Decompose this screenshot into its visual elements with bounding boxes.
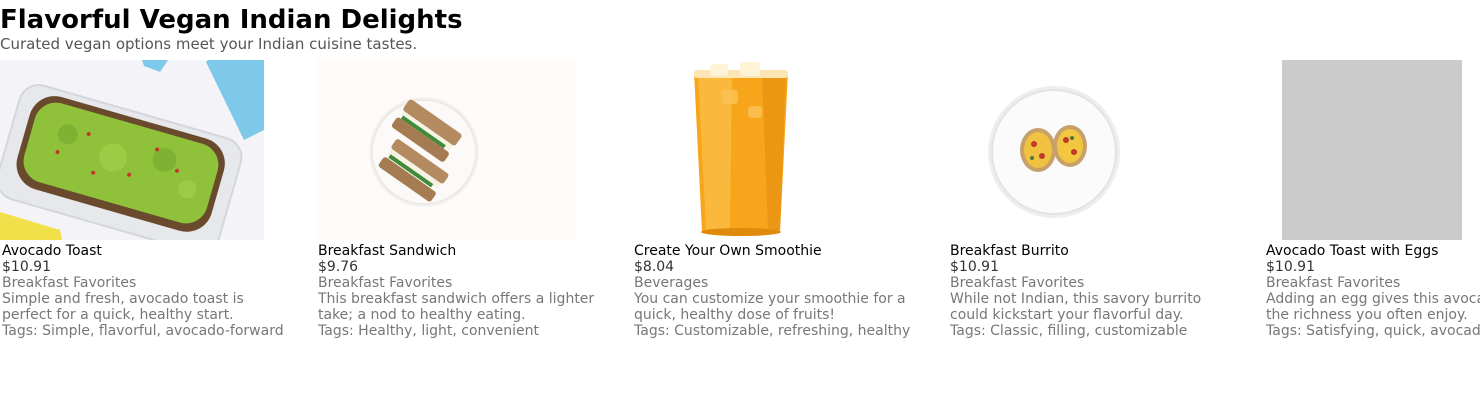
item-description: You can customize your smoothie for a qu… bbox=[634, 291, 906, 323]
card-details: Breakfast Sandwich $9.76 Breakfast Favor… bbox=[318, 243, 616, 339]
menu-card-breakfast-sandwich[interactable]: Breakfast Sandwich $9.76 Breakfast Favor… bbox=[316, 60, 616, 350]
page-title: Flavorful Vegan Indian Delights bbox=[0, 5, 463, 35]
item-tags: Tags: Simple, flavorful, avocado-forward bbox=[2, 323, 284, 339]
item-category: Breakfast Favorites bbox=[950, 275, 1085, 291]
menu-card-create-your-own-smoothie[interactable]: Create Your Own Smoothie $8.04 Beverages… bbox=[632, 60, 932, 350]
card-details: Avocado Toast $10.91 Breakfast Favorites… bbox=[2, 243, 300, 339]
item-price: $10.91 bbox=[2, 259, 51, 275]
item-description: Simple and fresh, avocado toast is perfe… bbox=[2, 291, 244, 323]
item-name[interactable]: Avocado Toast bbox=[2, 243, 300, 259]
page-subtitle: Curated vegan options meet your Indian c… bbox=[0, 35, 418, 53]
item-tags: Tags: Classic, filling, customizable bbox=[950, 323, 1188, 339]
menu-carousel[interactable]: Avocado Toast $10.91 Breakfast Favorites… bbox=[0, 60, 1480, 360]
item-name[interactable]: Create Your Own Smoothie bbox=[634, 243, 932, 259]
item-tags: Tags: Satisfying, quick, avocado-forward bbox=[1266, 323, 1480, 339]
item-category: Breakfast Favorites bbox=[318, 275, 453, 291]
avocado-toast-image[interactable] bbox=[0, 60, 264, 240]
item-price: $10.91 bbox=[950, 259, 999, 275]
item-category: Breakfast Favorites bbox=[2, 275, 137, 291]
item-tags: Tags: Healthy, light, convenient bbox=[318, 323, 540, 339]
item-name[interactable]: Avocado Toast with Eggs bbox=[1266, 243, 1480, 259]
item-price: $8.04 bbox=[634, 259, 675, 275]
card-details: Create Your Own Smoothie $8.04 Beverages… bbox=[634, 243, 932, 339]
item-description: While not Indian, this savory burrito co… bbox=[950, 291, 1202, 323]
item-name[interactable]: Breakfast Sandwich bbox=[318, 243, 616, 259]
smoothie-image[interactable] bbox=[632, 60, 892, 240]
menu-card-avocado-toast[interactable]: Avocado Toast $10.91 Breakfast Favorites… bbox=[0, 60, 300, 350]
item-description: This breakfast sandwich offers a lighter… bbox=[318, 291, 595, 323]
item-category: Beverages bbox=[634, 275, 709, 291]
avocado-toast-with-eggs-image-placeholder[interactable] bbox=[1282, 60, 1462, 240]
card-details: Avocado Toast with Eggs $10.91 Breakfast… bbox=[1266, 243, 1480, 339]
item-name[interactable]: Breakfast Burrito bbox=[950, 243, 1248, 259]
breakfast-burrito-image[interactable] bbox=[948, 60, 1214, 240]
item-category: Breakfast Favorites bbox=[1266, 275, 1401, 291]
item-price: $9.76 bbox=[318, 259, 359, 275]
item-price: $10.91 bbox=[1266, 259, 1315, 275]
item-tags: Tags: Customizable, refreshing, healthy bbox=[634, 323, 911, 339]
menu-card-breakfast-burrito[interactable]: Breakfast Burrito $10.91 Breakfast Favor… bbox=[948, 60, 1248, 350]
item-description: Adding an egg gives this avocado toast t… bbox=[1266, 291, 1480, 323]
card-details: Breakfast Burrito $10.91 Breakfast Favor… bbox=[950, 243, 1248, 339]
menu-card-avocado-toast-with-eggs[interactable]: Avocado Toast with Eggs $10.91 Breakfast… bbox=[1264, 60, 1480, 350]
breakfast-sandwich-image[interactable] bbox=[316, 60, 576, 240]
